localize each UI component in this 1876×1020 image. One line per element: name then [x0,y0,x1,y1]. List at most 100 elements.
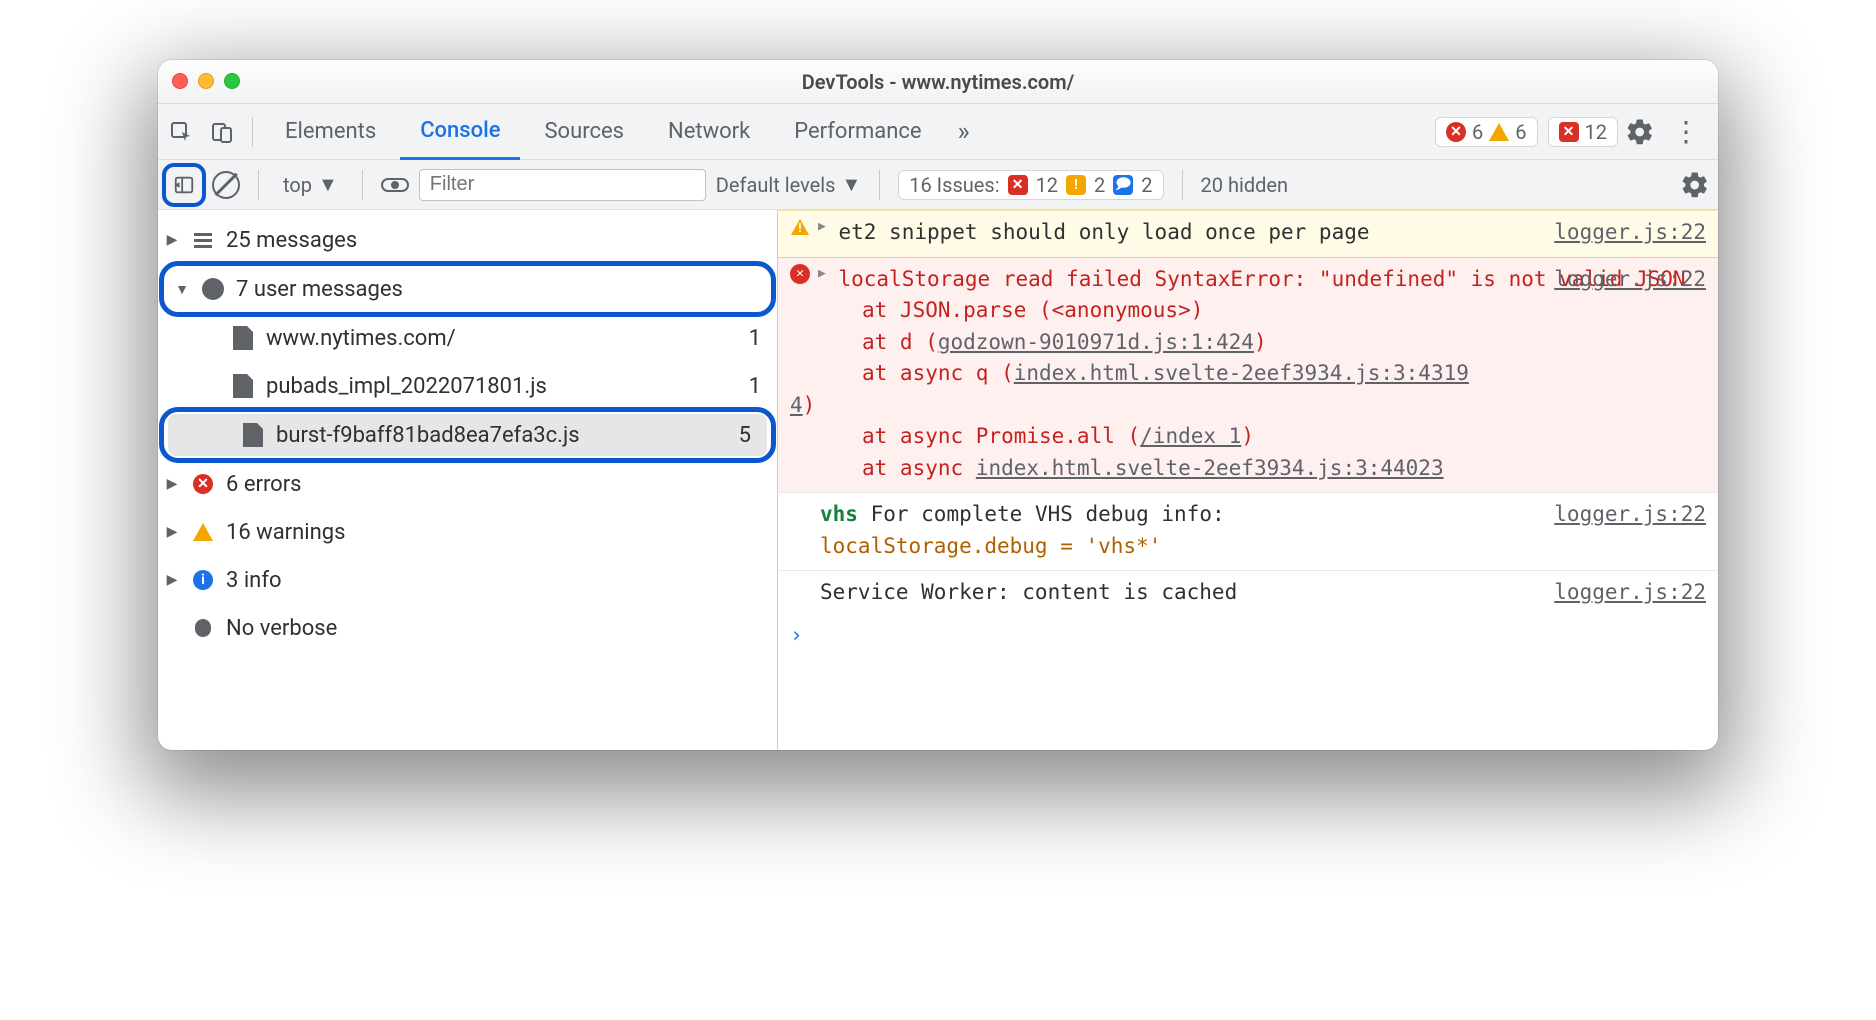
sidebar-item-all-messages[interactable]: 25 messages [158,216,777,264]
console-message-log[interactable]: logger.js:22 Service Worker: content is … [778,570,1718,617]
chevron-down-icon: ▼ [318,172,338,197]
sidebar-item-user-messages[interactable]: 7 user messages [168,268,767,310]
stack-link[interactable]: godzown-9010971d.js:1:424 [938,330,1254,354]
sidebar-item-label: 3 info [226,568,282,593]
warning-icon [190,519,216,545]
message-text: et2 snippet should only load once per pa… [838,220,1369,244]
levels-label: Default levels [716,173,836,197]
sidebar-file-item[interactable]: pubads_impl_2022071801.js 1 [158,362,777,410]
info-square-icon: 🗩 [1113,175,1133,195]
sidebar-toggle-button[interactable] [166,167,202,203]
issues-info-count: 2 [1141,173,1152,197]
error-square-icon: ✕ [1008,175,1028,195]
context-label: top [283,173,312,197]
titlebar: DevTools - www.nytimes.com/ [158,60,1718,104]
console-settings-icon[interactable] [1680,170,1710,200]
sidebar-item-info[interactable]: i 3 info [158,556,777,604]
stack-line: at async index.html.svelte-2eef3934.js:3… [862,453,1706,485]
error-warning-badge[interactable]: ✕ 6 6 [1435,117,1538,147]
sidebar-file-name: pubads_impl_2022071801.js [266,374,547,399]
expand-icon [164,524,180,540]
list-icon [190,227,216,253]
stack-link[interactable]: 4 [790,393,803,417]
warning-icon [1489,122,1509,142]
tab-console[interactable]: Console [400,104,520,160]
sidebar-file-count: 5 [739,423,757,448]
log-levels-dropdown[interactable]: Default levels ▼ [716,172,861,197]
console-message-error[interactable]: logger.js:22 ✕ ▶ localStorage read faile… [778,257,1718,493]
error-icon: ✕ [190,471,216,497]
error-square-icon: ✕ [1559,122,1579,142]
divider [1182,170,1183,200]
console-sidebar: 25 messages 7 user messages www.nytimes.… [158,210,778,750]
sidebar-item-label: 6 errors [226,472,302,497]
chevron-down-icon: ▼ [841,172,861,197]
issues-warn-count: 2 [1094,173,1105,197]
stack-line: at async q (index.html.svelte-2eef3934.j… [862,358,1706,421]
sidebar-file-item[interactable]: www.nytimes.com/ 1 [158,314,777,362]
stack-link[interactable]: /index 1 [1140,424,1241,448]
device-toolbar-icon[interactable] [204,114,240,150]
expand-icon [164,476,180,492]
more-menu-icon[interactable]: ⋮ [1662,115,1710,148]
sidebar-item-label: 25 messages [226,228,357,253]
issues-badge[interactable]: ✕ 12 [1548,117,1618,147]
sidebar-item-warnings[interactable]: 16 warnings [158,508,777,556]
stack-line: at async Promise.all (/index 1) [862,421,1706,453]
file-icon [240,422,266,448]
settings-icon[interactable] [1622,114,1658,150]
live-expression-icon[interactable] [381,178,409,192]
divider [258,170,259,200]
message-text: For complete VHS debug info: [871,502,1225,526]
status-badges: ✕ 6 6 ✕ 12 [1435,117,1618,147]
inspect-element-icon[interactable] [164,114,200,150]
collapse-icon [174,281,190,298]
issues-prefix: 16 Issues: [909,173,999,197]
stack-line: at JSON.parse (<anonymous>) [862,295,1706,327]
message-source-link[interactable]: logger.js:22 [1554,217,1706,249]
sidebar-item-verbose[interactable]: No verbose [158,604,777,652]
minimize-window-button[interactable] [198,73,214,89]
message-prefix: vhs [820,502,858,526]
tabstrip: Elements Console Sources Network Perform… [158,104,1718,160]
console-message-warning[interactable]: logger.js:22 ▶ et2 snippet should only l… [778,210,1718,257]
highlight-user-messages: 7 user messages [164,266,771,312]
tab-sources[interactable]: Sources [524,104,644,160]
window-controls [172,73,240,89]
tab-performance[interactable]: Performance [774,104,941,160]
file-icon [230,373,256,399]
stack-link[interactable]: index.html.svelte-2eef3934.js:3:44023 [976,456,1444,480]
console-message-log[interactable]: logger.js:22 vhs For complete VHS debug … [778,492,1718,570]
expand-icon[interactable]: ▶ [818,217,826,237]
context-selector[interactable]: top ▼ [277,172,344,197]
message-source-link[interactable]: logger.js:22 [1554,499,1706,531]
user-icon [200,276,226,302]
sidebar-file-count: 1 [749,374,767,399]
message-text: Service Worker: content is cached [790,580,1237,604]
stack-line: at d (godzown-9010971d.js:1:424) [862,327,1706,359]
tab-network[interactable]: Network [648,104,770,160]
info-icon: i [190,567,216,593]
tab-elements[interactable]: Elements [265,104,396,160]
divider [252,117,253,147]
issues-err-count: 12 [1036,173,1058,197]
console-prompt[interactable]: › [778,617,1718,653]
sidebar-item-label: No verbose [226,616,337,641]
sidebar-file-item-selected[interactable]: burst-f9baff81bad8ea7efa3c.js 5 [168,414,767,456]
message-source-link[interactable]: logger.js:22 [1554,577,1706,609]
clear-console-icon[interactable] [212,171,240,199]
hidden-label[interactable]: 20 hidden [1201,173,1289,197]
console-messages: logger.js:22 ▶ et2 snippet should only l… [778,210,1718,750]
prompt-icon: › [790,623,803,647]
more-tabs-icon[interactable]: » [946,117,982,147]
stack-trace: at JSON.parse (<anonymous>) at d (godzow… [790,295,1706,484]
filter-input[interactable] [419,169,706,201]
close-window-button[interactable] [172,73,188,89]
zoom-window-button[interactable] [224,73,240,89]
message-source-link[interactable]: logger.js:22 [1554,264,1706,296]
sidebar-item-errors[interactable]: ✕ 6 errors [158,460,777,508]
expand-icon[interactable]: ▶ [818,264,826,284]
devtools-window: DevTools - www.nytimes.com/ Elements Con… [158,60,1718,750]
stack-link[interactable]: index.html.svelte-2eef3934.js:3:4319 [1014,361,1469,385]
issues-summary[interactable]: 16 Issues: ✕ 12 ! 2 🗩 2 [898,170,1163,200]
